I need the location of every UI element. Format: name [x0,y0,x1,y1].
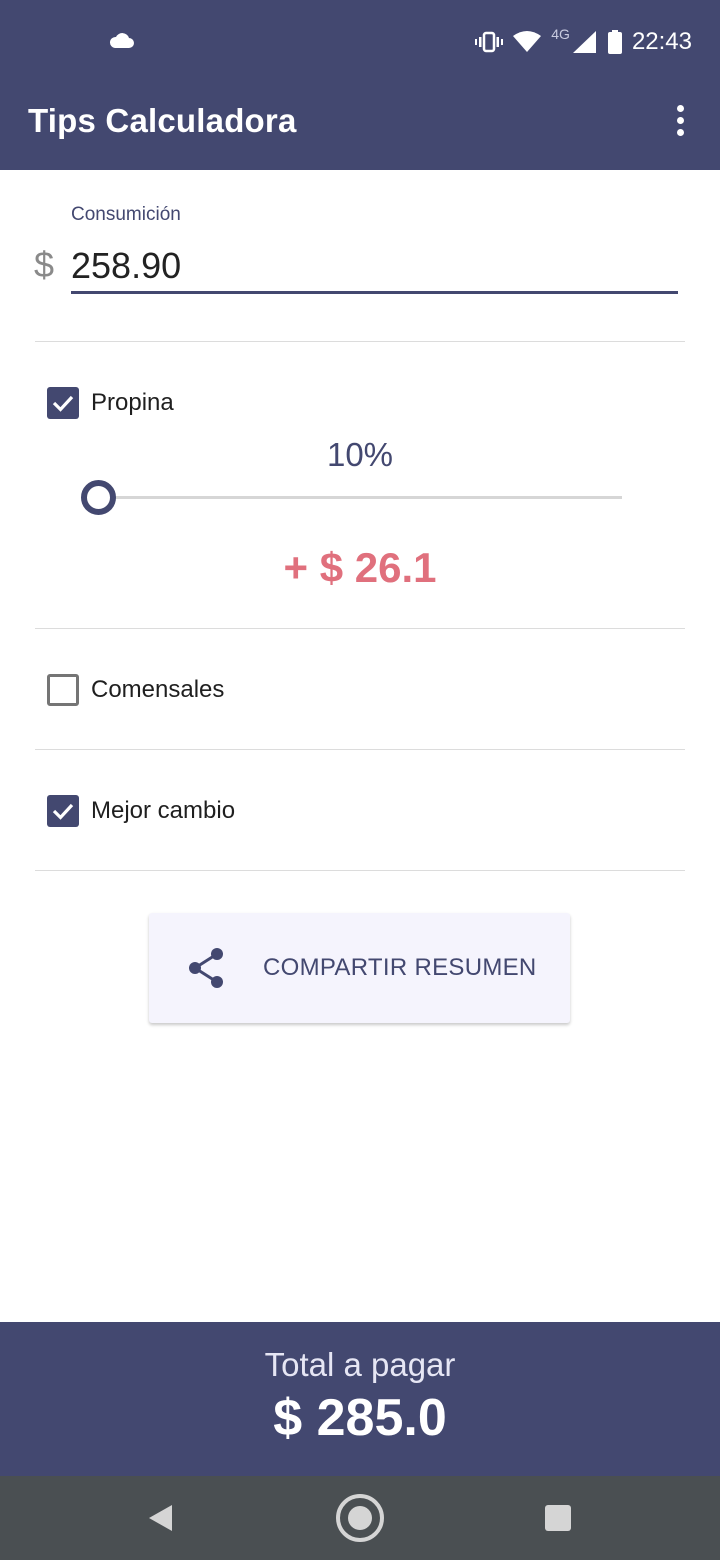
signal-icon [572,30,596,54]
diners-checkbox-label: Comensales [91,676,225,703]
more-vert-icon[interactable] [664,104,696,136]
cloud-icon [108,30,136,55]
divider [35,749,685,750]
status-time: 22:43 [631,28,692,55]
app-bar: Tips Calculadora [0,82,720,170]
tip-amount: + $ 26.1 [283,544,437,591]
divider [35,870,685,871]
divider [35,628,685,629]
home-icon[interactable] [330,1476,390,1560]
tip-slider-track[interactable] [98,496,622,499]
diners-checkbox-row[interactable]: Comensales [47,672,224,708]
tip-percent: 10% [326,436,394,473]
share-summary-button[interactable]: COMPARTIR RESUMEN [149,913,570,1023]
diners-checkbox[interactable] [47,674,79,706]
total-value: $ 285.0 [273,1389,447,1447]
network-type-label: 4G [551,26,570,42]
best-change-checkbox-row[interactable]: Mejor cambio [47,793,235,829]
tip-checkbox[interactable] [47,387,79,419]
check-icon [52,803,74,820]
screen: 4G 22:43 Tips Calculadora Consumición $ … [0,0,720,1560]
check-icon [52,395,74,412]
status-bar: 4G 22:43 [0,0,720,82]
best-change-checkbox-label: Mejor cambio [91,797,236,824]
share-button-label: COMPARTIR RESUMEN [263,954,537,981]
total-bar: Total a pagar $ 285.0 [0,1322,720,1476]
tip-checkbox-row[interactable]: Propina [47,385,174,421]
navigation-bar [0,1476,720,1560]
status-icons: 4G 22:43 [465,24,692,60]
total-label: Total a pagar [264,1346,456,1383]
consumption-label: Consumición [71,204,181,225]
share-icon [185,946,229,990]
consumption-input[interactable] [71,240,678,294]
divider [35,341,685,342]
recents-icon[interactable] [528,1476,588,1560]
back-icon[interactable] [130,1476,190,1560]
currency-prefix: $ [34,244,55,285]
battery-icon [607,30,622,54]
best-change-checkbox[interactable] [47,795,79,827]
tip-slider-thumb[interactable] [81,480,116,515]
app-title: Tips Calculadora [28,102,297,139]
vibrate-icon [475,31,504,53]
wifi-icon [513,31,542,53]
tip-checkbox-label: Propina [91,389,174,416]
